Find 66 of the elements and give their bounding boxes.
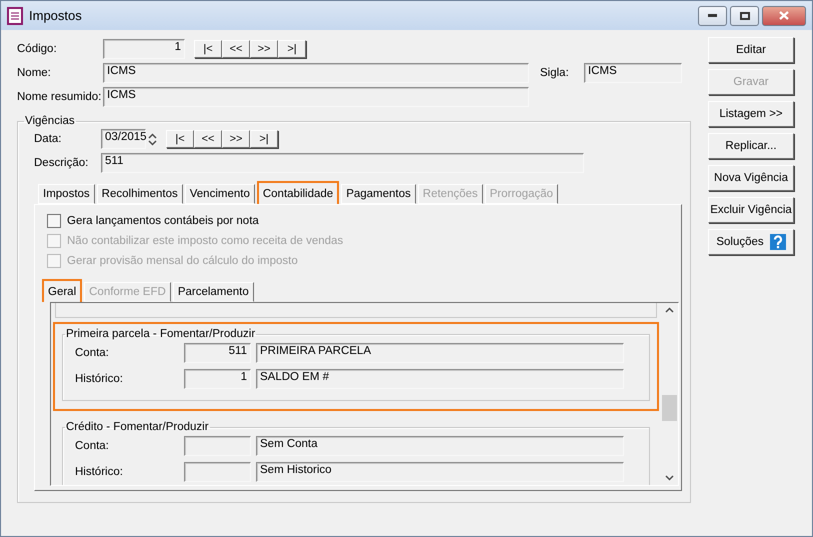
action-button[interactable]: Nova Vigência: [708, 165, 794, 191]
field-label: Data:: [34, 133, 62, 145]
checkbox-label: Gerar provisão mensal do cálculo do imposto: [67, 255, 299, 267]
field-label: Conta:: [75, 440, 110, 452]
tab[interactable]: Recolhimentos: [96, 184, 183, 204]
record-nav-button[interactable]: <<: [194, 130, 222, 148]
field-label: Histórico:: [75, 373, 124, 385]
maximize-button[interactable]: [730, 6, 759, 26]
account-field[interactable]: SALDO EM #: [256, 369, 624, 389]
record-nav-button[interactable]: >|: [278, 40, 306, 58]
account-field[interactable]: PRIMEIRA PARCELA: [256, 343, 624, 363]
tab[interactable]: Impostos: [38, 184, 95, 204]
field-label: Nome resumido:: [17, 91, 102, 103]
group-title: Vigências: [24, 115, 76, 127]
record-nav-button[interactable]: >|: [250, 130, 278, 148]
account-field[interactable]: Sem Conta: [256, 436, 624, 456]
record-nav-button[interactable]: |<: [194, 40, 222, 58]
close-button[interactable]: [762, 6, 806, 26]
account-field[interactable]: Sem Historico: [256, 462, 624, 482]
record-nav-button[interactable]: <<: [222, 40, 250, 58]
action-button[interactable]: Replicar...: [708, 133, 794, 159]
field-label: Nome:: [17, 67, 52, 79]
code-field[interactable]: 1: [184, 369, 251, 389]
code-field[interactable]: 511: [184, 343, 251, 363]
tab[interactable]: Pagamentos: [341, 184, 416, 204]
subtab[interactable]: Parcelamento: [172, 282, 254, 302]
group-title: Primeira parcela - Fomentar/Produzir: [65, 328, 256, 340]
minimize-button[interactable]: [698, 6, 727, 26]
checkbox[interactable]: [47, 214, 61, 228]
field-label: Histórico:: [75, 466, 124, 478]
spin-up-icon[interactable]: [148, 132, 157, 138]
scrollbar-thumb[interactable]: [662, 395, 677, 421]
date-field[interactable]: 03/2015: [101, 129, 146, 149]
action-button[interactable]: Editar: [708, 37, 794, 63]
action-button[interactable]: Excluir Vigência: [708, 197, 794, 223]
name-field[interactable]: ICMS: [103, 63, 529, 83]
record-nav-button[interactable]: >>: [250, 40, 278, 58]
subtab[interactable]: Geral: [42, 279, 82, 302]
tab[interactable]: Contabilidade: [256, 181, 340, 204]
window-title: Impostos: [29, 8, 83, 23]
acronym-field[interactable]: ICMS: [584, 63, 682, 83]
tab[interactable]: Vencimento: [184, 184, 255, 204]
field-label: Descrição:: [34, 157, 90, 169]
close-icon: [779, 11, 789, 20]
document-icon: [7, 6, 23, 24]
checkbox-label: Não contabilizar este imposto como receita de vendas: [67, 235, 344, 247]
code-field[interactable]: [184, 462, 251, 482]
spin-down-icon[interactable]: [148, 140, 157, 146]
code-field[interactable]: [184, 436, 251, 456]
scroll-down-icon[interactable]: [665, 475, 674, 481]
description-field[interactable]: 511: [101, 153, 584, 173]
action-button[interactable]: Soluções: [708, 229, 794, 255]
maximize-icon: [740, 12, 750, 20]
group-title: Crédito - Fomentar/Produzir: [65, 421, 210, 433]
scroll-up-icon[interactable]: [665, 307, 674, 313]
checkbox-label: Gera lançamentos contábeis por nota: [67, 215, 260, 227]
help-icon: [770, 234, 786, 250]
field-label: Código:: [17, 43, 58, 55]
action-button[interactable]: Listagem >>: [708, 101, 794, 127]
field-label: Conta:: [75, 347, 110, 359]
record-nav-button[interactable]: |<: [166, 130, 194, 148]
code-field[interactable]: 1: [103, 39, 185, 59]
short-name-field[interactable]: ICMS: [103, 87, 529, 107]
record-nav-button[interactable]: >>: [222, 130, 250, 148]
field-label: Sigla:: [540, 67, 570, 79]
minimize-icon: [708, 14, 717, 17]
